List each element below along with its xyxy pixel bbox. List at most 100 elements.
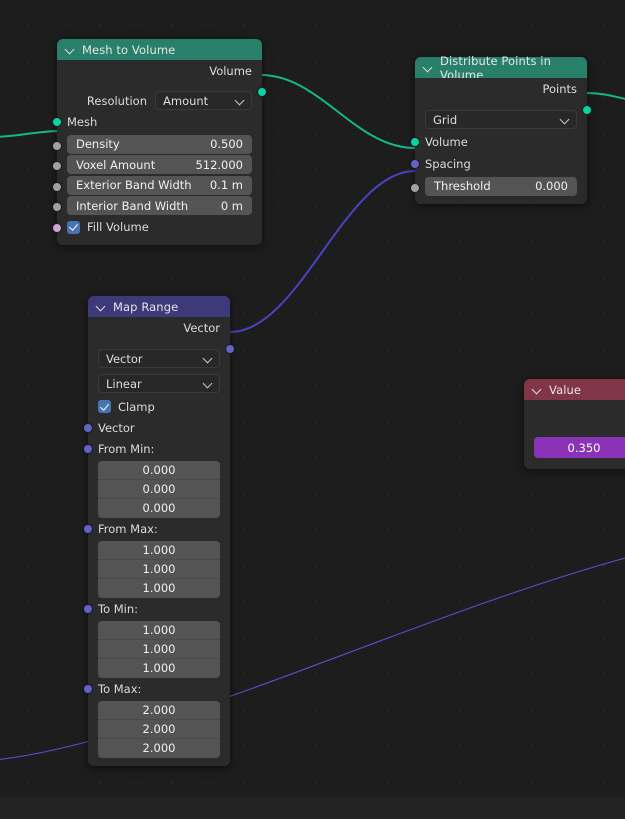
chevron-down-icon [202,378,213,389]
vector-field-from-min-y[interactable]: 0.000 [98,480,220,499]
socket-input-mesh[interactable] [52,117,62,127]
input-socket-row-volume: Volume [410,131,587,153]
vector-field-to-min-x[interactable]: 1.000 [98,621,220,640]
collapse-chevron-icon[interactable] [65,44,76,55]
group-label-to-min: To Min: [98,602,139,616]
vector-field-from-max-z[interactable]: 1.000 [98,579,220,598]
socket-output-volume[interactable] [257,87,267,97]
input-label-spacing: Spacing [425,157,471,171]
vector-field-from-min-z[interactable]: 0.000 [98,499,220,518]
socket-input-fill-volume[interactable] [52,222,62,233]
vector-field-from-max-y[interactable]: 1.000 [98,560,220,579]
socket-input-from-min[interactable] [83,444,93,454]
input-label-volume: Volume [425,135,468,149]
field-exterior-band-width[interactable]: Exterior Band Width 0.1 m [67,175,252,195]
field-value-voxel-amount: 512.000 [195,157,243,172]
resolution-dropdown[interactable]: Amount [155,91,252,110]
map-range-data-type-value: Vector [106,351,143,366]
vector-field-to-max-x[interactable]: 2.000 [98,701,220,720]
field-label-density: Density [76,137,120,151]
group-label-row-from-min: From Min: [83,439,230,459]
field-row-interior-band-width: Interior Band Width 0 m [52,196,262,215]
field-label-voxel-amount: Voxel Amount [76,157,156,172]
input-label-mesh: Mesh [67,115,98,129]
field-density[interactable]: Density 0.500 [67,134,252,154]
node-header-mesh-to-volume[interactable]: Mesh to Volume [57,39,262,60]
row-spacer [88,339,230,347]
output-label-points: Points [542,82,577,96]
socket-input-voxel-amount[interactable] [52,161,62,171]
field-row-voxel-amount: Voxel Amount 512.000 [52,155,262,174]
clamp-checkbox[interactable] [98,400,111,413]
map-range-interpolation-value: Linear [106,376,142,391]
node-distribute-points-in-volume[interactable]: Distribute Points in Volume Points Grid … [410,54,592,204]
map-range-interpolation-dropdown[interactable]: Linear [98,374,220,393]
input-socket-row-mesh: Mesh [52,111,262,133]
node-header-value[interactable]: Value [524,379,625,400]
socket-input-from-max[interactable] [83,524,93,534]
field-label-interior-band-width: Interior Band Width [76,198,189,213]
socket-input-interior-band-width[interactable] [52,202,62,212]
row-spacer [57,82,262,90]
field-label-exterior-band-width: Exterior Band Width [76,178,192,192]
map-range-data-type-dropdown[interactable]: Vector [98,349,220,368]
socket-input-threshold[interactable] [410,182,420,193]
input-socket-row-spacing: Spacing [410,153,587,175]
socket-output-points[interactable] [582,105,592,115]
clamp-label: Clamp [118,399,155,414]
socket-input-to-max[interactable] [83,684,93,694]
field-value-density: 0.500 [210,137,243,151]
vector-group-from-max: 1.000 1.000 1.000 [98,540,220,598]
socket-input-volume[interactable] [410,137,420,147]
vector-group-to-max: 2.000 2.000 2.000 [98,700,220,758]
node-title: Value [549,382,582,397]
input-socket-row-vector: Vector [83,417,230,439]
field-value-threshold: 0.000 [535,179,568,193]
field-label-threshold: Threshold [434,179,491,193]
resolution-label: Resolution [86,93,147,108]
node-body-distribute-points: Points Grid Volume Spacing Threshold 0.0… [410,78,592,204]
node-title: Map Range [113,299,179,314]
field-value-exterior-band-width: 0.1 m [209,178,243,192]
field-row-density: Density 0.500 [52,134,262,154]
node-map-range[interactable]: Map Range Vector Vector Linear Clamp Vec… [83,296,235,766]
socket-input-to-min[interactable] [83,604,93,614]
node-header-distribute-points[interactable]: Distribute Points in Volume [415,54,587,82]
node-value[interactable]: Value 0.350 [524,379,625,469]
vector-field-to-max-z[interactable]: 2.000 [98,739,220,758]
collapse-chevron-icon[interactable] [423,62,434,73]
vector-field-from-min-x[interactable]: 0.000 [98,461,220,480]
link-points-outgoing [586,92,625,100]
vector-field-to-min-z[interactable]: 1.000 [98,659,220,678]
vector-field-to-min-y[interactable]: 1.000 [98,640,220,659]
socket-output-vector[interactable] [225,344,235,354]
group-label-row-to-min: To Min: [83,599,230,619]
socket-input-vector[interactable] [83,423,93,433]
distribute-mode-dropdown[interactable]: Grid [425,110,577,129]
value-slider[interactable]: 0.350 [534,437,625,458]
node-mesh-to-volume[interactable]: Mesh to Volume Volume Resolution Amount … [52,39,267,245]
fill-volume-checkbox[interactable] [67,220,80,234]
row-spacer [524,400,625,435]
node-body-map-range: Vector Vector Linear Clamp Vector From M… [83,317,235,766]
field-row-threshold: Threshold 0.000 [410,176,587,196]
resolution-row: Resolution Amount [57,90,262,111]
vector-field-to-max-y[interactable]: 2.000 [98,720,220,739]
group-label-row-from-max: From Max: [83,519,230,539]
collapse-chevron-icon[interactable] [96,301,107,312]
editor-bottom-strip [0,797,625,819]
node-editor-canvas[interactable]: Mesh to Volume Volume Resolution Amount … [0,0,625,819]
vector-field-from-max-x[interactable]: 1.000 [98,541,220,560]
node-header-map-range[interactable]: Map Range [88,296,230,317]
output-socket-row-volume: Volume [57,60,267,97]
socket-input-exterior-band-width[interactable] [52,181,62,192]
field-value-interior-band-width: 0 m [220,198,243,213]
collapse-chevron-icon[interactable] [532,384,543,395]
node-title: Mesh to Volume [82,42,176,57]
socket-input-spacing[interactable] [410,159,420,169]
socket-input-density[interactable] [52,140,62,151]
field-threshold[interactable]: Threshold 0.000 [425,176,577,196]
field-voxel-amount[interactable]: Voxel Amount 512.000 [67,155,252,174]
field-interior-band-width[interactable]: Interior Band Width 0 m [67,196,252,215]
chevron-down-icon [202,353,213,364]
